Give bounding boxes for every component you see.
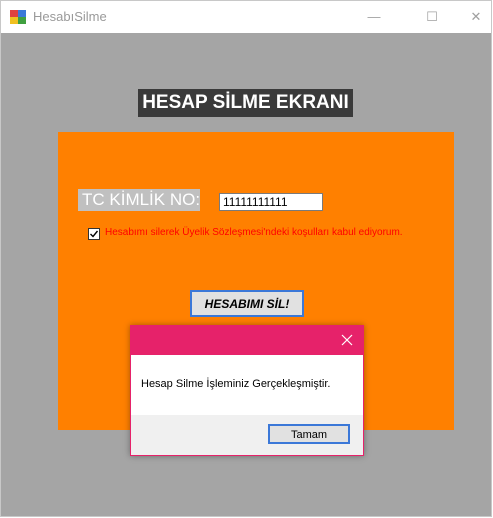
dialog-title-bar: [131, 326, 363, 355]
consent-checkbox[interactable]: [88, 228, 100, 240]
ok-button[interactable]: Tamam: [268, 424, 350, 444]
dialog-message: Hesap Silme İşleminiz Gerçekleşmiştir.: [141, 378, 331, 390]
checkmark-icon: [90, 230, 99, 238]
tc-input[interactable]: [219, 193, 323, 211]
tc-label: TC KİMLİK NO:: [78, 189, 200, 211]
message-dialog: Hesap Silme İşleminiz Gerçekleşmiştir. T…: [130, 325, 364, 456]
title-bar: HesabıSilme — ☐ ✕: [1, 1, 491, 33]
maximize-icon[interactable]: ☐: [417, 6, 447, 28]
consent-label[interactable]: Hesabımı silerek Üyelik Sözleşmesi'ndeki…: [105, 227, 403, 238]
window-title: HesabıSilme: [33, 9, 107, 24]
app-icon: [10, 10, 26, 24]
close-icon[interactable]: ✕: [461, 6, 491, 28]
minimize-icon[interactable]: —: [359, 6, 389, 28]
app-window: HesabıSilme — ☐ ✕ HESAP SİLME EKRANI TC …: [0, 0, 492, 517]
page-title: HESAP SİLME EKRANI: [138, 89, 353, 117]
dialog-close-icon[interactable]: [339, 332, 355, 348]
dialog-footer: Tamam: [131, 415, 363, 455]
delete-account-button[interactable]: HESABIMI SİL!: [190, 290, 304, 317]
